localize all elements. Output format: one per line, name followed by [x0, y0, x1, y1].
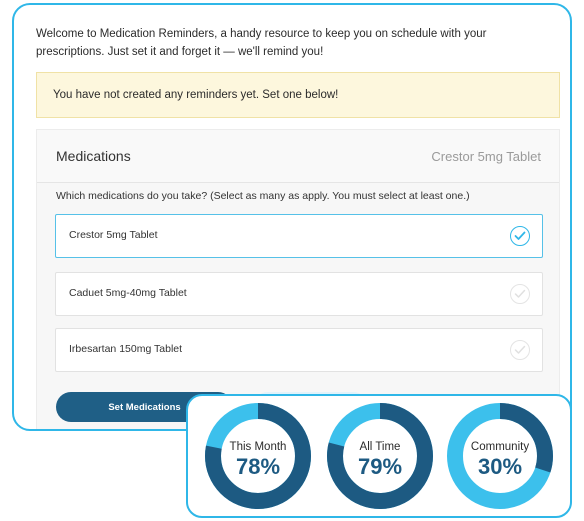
medications-panel: Medications Crestor 5mg Tablet Which med… [36, 129, 560, 429]
medications-question: Which medications do you take? (Select a… [56, 190, 470, 202]
medication-reminders-card: Welcome to Medication Reminders, a handy… [12, 3, 572, 431]
stat-value: 79% [357, 454, 403, 479]
stat-ring-this-month: This Month 78% [204, 402, 312, 510]
medication-option-label: Crestor 5mg Tablet [69, 229, 158, 241]
stat-value: 30% [477, 454, 523, 479]
stat-ring-all-time: All Time 79% [326, 402, 434, 510]
no-reminders-alert: You have not created any reminders yet. … [36, 72, 560, 118]
adherence-stats-card: This Month 78% All Time 79% Community 30… [186, 394, 572, 518]
medication-option-irbesartan[interactable]: Irbesartan 150mg Tablet [55, 328, 543, 372]
stat-label: All Time [359, 441, 401, 453]
stat-ring-community: Community 30% [446, 402, 554, 510]
medication-option-crestor[interactable]: Crestor 5mg Tablet [55, 214, 543, 258]
medications-title: Medications [56, 148, 131, 164]
medication-option-caduet[interactable]: Caduet 5mg-40mg Tablet [55, 272, 543, 316]
stat-value: 78% [235, 454, 281, 479]
stat-label: Community [470, 441, 530, 453]
checkmark-icon[interactable] [510, 284, 530, 304]
selected-medications-summary: Crestor 5mg Tablet [431, 149, 541, 164]
intro-text: Welcome to Medication Reminders, a handy… [36, 28, 487, 58]
medication-option-label: Irbesartan 150mg Tablet [69, 343, 183, 355]
stat-label: This Month [229, 441, 287, 453]
checkmark-icon[interactable] [510, 340, 530, 360]
medication-option-label: Caduet 5mg-40mg Tablet [69, 287, 187, 299]
checkmark-icon[interactable] [510, 226, 530, 246]
medications-panel-header: Medications Crestor 5mg Tablet [37, 130, 559, 183]
